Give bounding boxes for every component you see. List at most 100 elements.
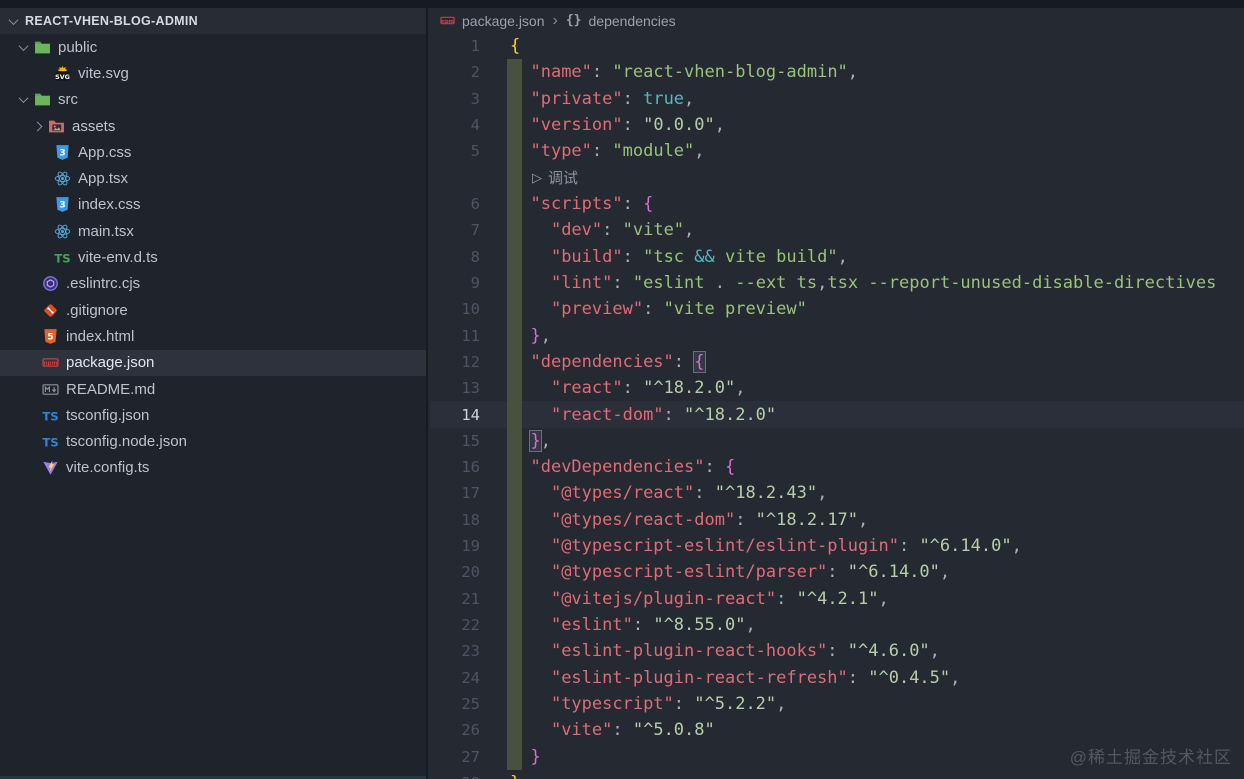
line-number: 1 <box>470 37 480 56</box>
code-token: : <box>694 483 715 504</box>
breadcrumb-file[interactable]: package.json <box>462 13 545 29</box>
code-line-7[interactable]: 7 "dev": "vite", <box>430 217 1244 244</box>
code-line-10[interactable]: 10 "preview": "vite preview" <box>430 296 1244 323</box>
folder-assets-icon <box>48 118 65 135</box>
tree-folder-assets[interactable]: assets <box>0 113 426 139</box>
code-token: "^5.2.2" <box>694 693 777 714</box>
code-line-text[interactable]: "dependencies": { <box>510 349 706 375</box>
code-line-text[interactable]: "type": "module", <box>510 138 704 164</box>
code-line-text[interactable]: "dev": "vite", <box>510 217 694 243</box>
code-line-23[interactable]: 23 "eslint-plugin-react-hooks": "^4.6.0"… <box>430 638 1244 665</box>
code-line-text[interactable]: "eslint": "^8.55.0", <box>510 612 756 638</box>
code-line-text[interactable]: "eslint-plugin-react-refresh": "^0.4.5", <box>510 665 960 691</box>
code-line-2[interactable]: 2 "name": "react-vhen-blog-admin", <box>430 59 1244 86</box>
code-line-13[interactable]: 13 "react": "^18.2.0", <box>430 375 1244 402</box>
code-line-19[interactable]: 19 "@typescript-eslint/eslint-plugin": "… <box>430 532 1244 560</box>
tree-item-label: package.json <box>66 354 155 372</box>
code-token: "^6.14.0" <box>919 536 1012 557</box>
code-line-text[interactable]: "lint": "eslint . --ext ts, tsx --report-… <box>510 270 1216 296</box>
tree-file-README.md[interactable]: README.md <box>0 376 426 402</box>
code-line-3[interactable]: 3 "private": true, <box>430 85 1244 112</box>
tree-file-vite.config.ts[interactable]: vite.config.ts <box>0 455 426 481</box>
code-line-text[interactable]: "scripts": { <box>510 191 653 217</box>
code-line-5[interactable]: 5 "type": "module", <box>430 138 1244 165</box>
breadcrumb-symbol[interactable]: dependencies <box>589 13 676 29</box>
titlebar-strip <box>0 0 1244 8</box>
code-line-text[interactable]: "devDependencies": { <box>510 454 735 480</box>
code-line-text[interactable]: "build": "tsc && vite build", <box>510 244 848 270</box>
code-line-26[interactable]: 26 "vite": "^5.0.8" <box>430 717 1244 744</box>
tree-file-tsconfig.json[interactable]: TS tsconfig.json <box>0 402 426 428</box>
code-line-text[interactable]: { <box>510 33 520 59</box>
code-line-text[interactable]: "eslint-plugin-react-hooks": "^4.6.0", <box>510 638 940 664</box>
tree-file-tsconfig.node.json[interactable]: TS tsconfig.node.json <box>0 428 426 454</box>
tree-file-vite.svg[interactable]: SVG vite.svg <box>0 60 426 86</box>
code-line-text[interactable]: }, <box>510 322 551 348</box>
debug-codelens-link[interactable]: ▷ 调试 <box>532 165 578 191</box>
code-line-text[interactable]: "@types/react": "^18.2.43", <box>510 480 827 506</box>
code-line-4[interactable]: 4 "version": "0.0.0", <box>430 111 1244 139</box>
code-line-text[interactable]: "name": "react-vhen-blog-admin", <box>510 59 858 85</box>
tree-file-main.tsx[interactable]: main.tsx <box>0 218 426 244</box>
code-line-text[interactable]: "version": "0.0.0", <box>510 112 725 138</box>
code-token: } <box>530 325 541 346</box>
code-line-11[interactable]: 11 }, <box>430 322 1244 349</box>
tree-file-index.css[interactable]: 3 index.css <box>0 192 426 218</box>
code-line-text[interactable]: "vite": "^5.0.8" <box>510 717 715 743</box>
codelens-row[interactable]: ▷ 调试 <box>430 164 1244 191</box>
code-line-9[interactable]: 9 "lint": "eslint . --ext ts, tsx --repor… <box>430 269 1244 297</box>
code-token: , <box>858 509 869 530</box>
code-line-18[interactable]: 18 "@types/react-dom": "^18.2.17", <box>430 506 1244 533</box>
code-line-8[interactable]: 8 "build": "tsc && vite build", <box>430 243 1244 270</box>
code-line-text[interactable]: "react": "^18.2.0", <box>510 375 746 401</box>
code-line-text[interactable]: "react-dom": "^18.2.0" <box>510 401 776 427</box>
tree-folder-src[interactable]: src <box>0 87 426 113</box>
tree-file-App.css[interactable]: 3 App.css <box>0 139 426 165</box>
code-line-24[interactable]: 24 "eslint-plugin-react-refresh": "^0.4.… <box>430 664 1244 691</box>
tree-file-index.html[interactable]: 5 index.html <box>0 323 426 349</box>
tree-file-package.json[interactable]: npm package.json <box>0 349 426 376</box>
code-line-28[interactable]: 28} <box>430 770 1244 779</box>
breadcrumb-separator-icon: › <box>552 11 558 29</box>
code-line-15[interactable]: 15 }, <box>430 427 1244 454</box>
code-line-text[interactable]: "@typescript-eslint/eslint-plugin": "^6.… <box>510 533 1022 559</box>
code-token: "dependencies" <box>530 351 674 372</box>
explorer-project-header[interactable]: REACT-VHEN-BLOG-ADMIN <box>0 8 426 34</box>
code-line-1[interactable]: 1{ <box>430 33 1244 59</box>
code-line-text[interactable]: } <box>510 770 520 779</box>
code-area[interactable]: 1{2 "name": "react-vhen-blog-admin", 3 "p… <box>430 33 1244 779</box>
code-line-text[interactable]: "@types/react-dom": "^18.2.17", <box>510 507 868 533</box>
code-line-text[interactable]: }, <box>510 428 551 454</box>
code-line-22[interactable]: 22 "eslint": "^8.55.0", <box>430 611 1244 639</box>
code-line-text[interactable]: "preview": "vite preview" <box>510 296 807 322</box>
code-line-17[interactable]: 17 "@types/react": "^18.2.43", <box>430 480 1244 507</box>
tree-file-.eslintrc.cjs[interactable]: .eslintrc.cjs <box>0 271 426 297</box>
code-token: "typescript" <box>550 693 674 714</box>
tree-item-label: vite.svg <box>78 64 129 82</box>
tree-file-vite-env.d.ts[interactable]: TS vite-env.d.ts <box>0 244 426 270</box>
code-line-16[interactable]: 16 "devDependencies": { <box>430 454 1244 481</box>
code-line-6[interactable]: 6 "scripts": { <box>430 190 1244 218</box>
line-number: 5 <box>470 142 480 161</box>
code-token: , <box>878 588 889 609</box>
code-line-text[interactable]: "typescript": "^5.2.2", <box>510 691 786 717</box>
line-number: 26 <box>461 721 480 740</box>
code-token: : <box>847 667 869 688</box>
code-token: "^18.2.43" <box>714 483 818 504</box>
code-line-25[interactable]: 25 "typescript": "^5.2.2", <box>430 690 1244 718</box>
tree-file-.gitignore[interactable]: .gitignore <box>0 297 426 323</box>
code-line-20[interactable]: 20 "@typescript-eslint/parser": "^6.14.0… <box>430 559 1244 586</box>
code-line-12[interactable]: 12 "dependencies": { <box>430 348 1244 376</box>
tree-file-App.tsx[interactable]: App.tsx <box>0 165 426 191</box>
code-line-14[interactable]: 14 "react-dom": "^18.2.0" <box>430 401 1244 428</box>
tree-folder-public[interactable]: public <box>0 34 426 60</box>
code-line-21[interactable]: 21 "@vitejs/plugin-react": "^4.2.1", <box>430 585 1244 612</box>
tree-item-label: public <box>58 38 98 56</box>
code-line-text[interactable]: "private": true, <box>510 86 694 112</box>
code-line-text[interactable]: "@vitejs/plugin-react": "^4.2.1", <box>510 586 889 612</box>
code-line-text[interactable]: } <box>510 743 540 769</box>
code-line-text[interactable]: "@typescript-eslint/parser": "^6.14.0", <box>510 559 950 585</box>
